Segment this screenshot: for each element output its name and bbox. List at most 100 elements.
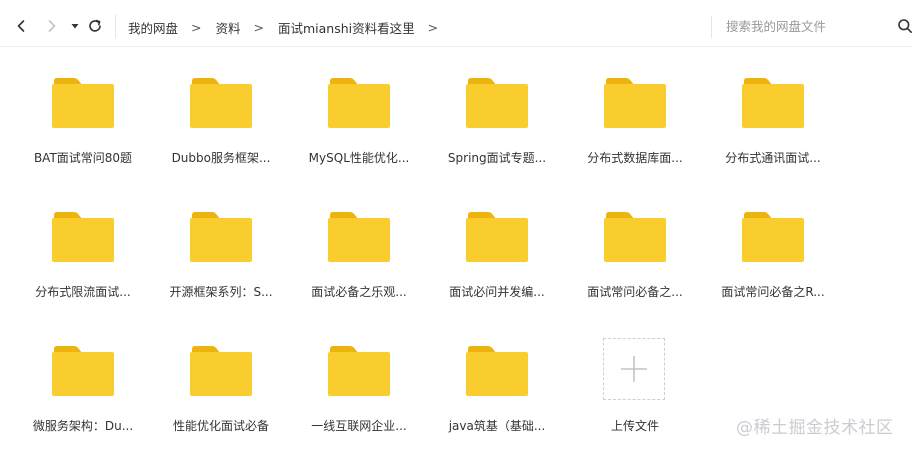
folder-item[interactable]: Dubbo服务框架... — [161, 70, 281, 190]
search-divider — [711, 16, 712, 38]
folder-item[interactable]: 分布式通讯面试... — [713, 70, 833, 190]
folder-body — [466, 84, 528, 128]
folder-name: 分布式限流面试... — [35, 285, 131, 299]
folder-item[interactable]: BAT面试常问80题 — [23, 70, 143, 190]
folder-icon — [190, 212, 252, 262]
refresh-icon — [89, 19, 101, 32]
folder-item[interactable]: 面试常问必备之R... — [713, 204, 833, 324]
folder-tab — [468, 212, 496, 219]
folder-name: java筑基（基础... — [448, 419, 546, 433]
chevron-right-icon — [48, 20, 56, 32]
folder-item[interactable]: 开源框架系列：S... — [161, 204, 281, 324]
folder-body — [328, 218, 390, 262]
folder-icon — [466, 78, 528, 128]
breadcrumb-separator: > — [427, 19, 439, 35]
folder-tab — [744, 78, 772, 85]
folder-name: 面试必备之乐观... — [311, 285, 407, 299]
chevron-left-icon — [17, 20, 25, 32]
folder-body — [328, 352, 390, 396]
folder-body — [52, 218, 114, 262]
folder-tab — [468, 78, 496, 85]
folder-tab — [468, 346, 496, 353]
folder-name: 开源框架系列：S... — [169, 285, 273, 299]
folder-body — [190, 84, 252, 128]
folder-icon — [604, 78, 666, 128]
folder-tab — [606, 212, 634, 219]
folder-icon — [52, 78, 114, 128]
folder-tab — [330, 212, 358, 219]
toolbar: 我的网盘 > 资料 > 面试mianshi资料看这里 > — [0, 0, 912, 52]
folder-icon — [190, 78, 252, 128]
folder-body — [742, 218, 804, 262]
folder-body — [466, 352, 528, 396]
back-button[interactable] — [9, 14, 33, 38]
header-divider — [0, 46, 912, 47]
folder-item[interactable]: 微服务架构：Du... — [23, 338, 143, 458]
folder-item[interactable]: 分布式限流面试... — [23, 204, 143, 324]
folder-item[interactable]: 面试常问必备之... — [575, 204, 695, 324]
folder-icon — [52, 346, 114, 396]
watermark: @稀土掘金技术社区 — [736, 418, 894, 438]
folder-icon — [328, 212, 390, 262]
folder-name: 面试必问并发编... — [449, 285, 545, 299]
folder-name: MySQL性能优化... — [308, 151, 410, 165]
folder-tab — [330, 78, 358, 85]
folder-name: 分布式通讯面试... — [725, 151, 821, 165]
folder-icon — [328, 346, 390, 396]
folder-item[interactable]: MySQL性能优化... — [299, 70, 419, 190]
folder-name: 分布式数据库面... — [587, 151, 683, 165]
folder-tab — [192, 212, 220, 219]
folder-item[interactable]: Spring面试专题... — [437, 70, 557, 190]
folder-name: 一线互联网企业... — [311, 419, 407, 433]
folder-tab — [54, 212, 82, 219]
toolbar-divider — [115, 14, 116, 38]
caret-down-icon — [71, 24, 79, 29]
folder-tab — [192, 346, 220, 353]
refresh-button[interactable] — [83, 14, 107, 38]
folder-icon — [466, 212, 528, 262]
folder-tab — [744, 212, 772, 219]
folder-tab — [606, 78, 634, 85]
folder-body — [604, 218, 666, 262]
folder-item[interactable]: java筑基（基础... — [437, 338, 557, 458]
upload-label: 上传文件 — [610, 419, 659, 433]
folder-name: 面试常问必备之R... — [721, 285, 825, 299]
folder-body — [190, 218, 252, 262]
folder-name: 微服务架构：Du... — [32, 419, 134, 433]
upload-tile[interactable]: 上传文件 — [575, 338, 695, 458]
folder-body — [190, 352, 252, 396]
folder-body — [604, 84, 666, 128]
folder-body — [52, 84, 114, 128]
breadcrumb-item-materials[interactable]: 资料 — [216, 18, 241, 37]
folder-body — [742, 84, 804, 128]
search-icon[interactable] — [897, 18, 912, 34]
folder-name: 面试常问必备之... — [587, 285, 683, 299]
breadcrumb: 我的网盘 > 资料 > 面试mianshi资料看这里 > — [128, 17, 452, 37]
forward-button[interactable] — [40, 14, 64, 38]
folder-item[interactable]: 分布式数据库面... — [575, 70, 695, 190]
upload-button[interactable] — [603, 338, 665, 400]
folder-icon — [328, 78, 390, 128]
folder-icon — [742, 212, 804, 262]
folder-icon — [742, 78, 804, 128]
folder-item[interactable]: 面试必问并发编... — [437, 204, 557, 324]
search-input[interactable] — [726, 15, 886, 37]
folder-body — [328, 84, 390, 128]
folder-name: Spring面试专题... — [447, 151, 547, 165]
folder-icon — [466, 346, 528, 396]
folder-body — [466, 218, 528, 262]
breadcrumb-separator: > — [191, 19, 202, 35]
folder-name: Dubbo服务框架... — [171, 151, 271, 165]
folder-tab — [330, 346, 358, 353]
folder-name: BAT面试常问80题 — [33, 151, 133, 165]
folder-tab — [192, 78, 220, 85]
breadcrumb-item-my-drive[interactable]: 我的网盘 — [128, 18, 178, 37]
folder-item[interactable]: 性能优化面试必备 — [161, 338, 281, 458]
folder-icon — [190, 346, 252, 396]
folder-name: 性能优化面试必备 — [172, 419, 269, 433]
plus-icon — [621, 356, 647, 382]
folder-item[interactable]: 一线互联网企业... — [299, 338, 419, 458]
folder-item[interactable]: 面试必备之乐观... — [299, 204, 419, 324]
folder-icon — [604, 212, 666, 262]
breadcrumb-item-current-folder[interactable]: 面试mianshi资料看这里 — [278, 18, 415, 37]
